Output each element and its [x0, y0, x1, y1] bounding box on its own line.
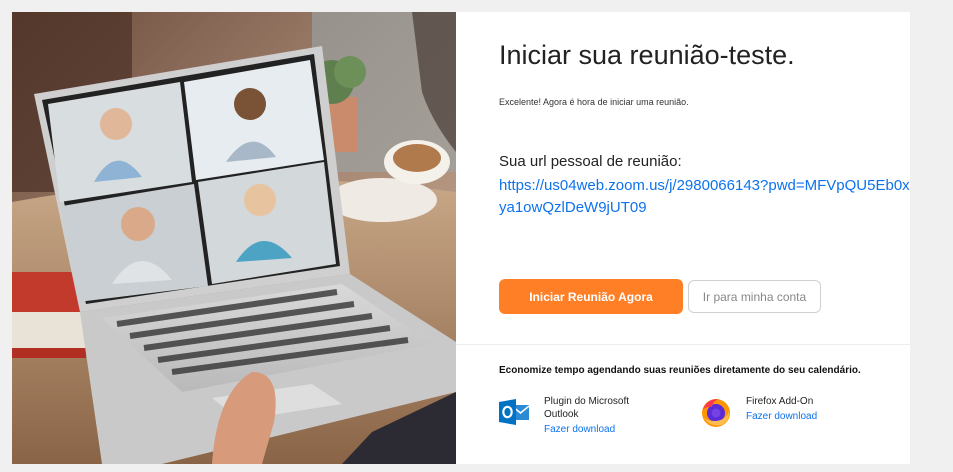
calendar-integration-heading: Economize tempo agendando suas reuniões …: [499, 365, 861, 376]
page-subtitle: Excelente! Agora é hora de iniciar uma r…: [499, 97, 689, 107]
go-to-my-account-button[interactable]: Ir para minha conta: [688, 280, 821, 313]
outlook-plugin-item: Plugin do Microsoft Outlook Fazer downlo…: [498, 395, 644, 436]
section-divider: [456, 344, 910, 345]
personal-meeting-url-link[interactable]: https://us04web.zoom.us/j/2980066143?pwd…: [499, 175, 910, 219]
main-panel: Iniciar sua reunião-teste. Excelente! Ag…: [456, 12, 910, 464]
firefox-icon: [702, 399, 730, 427]
personal-url-label: Sua url pessoal de reunião:: [499, 153, 682, 170]
outlook-download-link[interactable]: Fazer download: [544, 423, 644, 436]
page-title: Iniciar sua reunião-teste.: [499, 40, 795, 70]
outlook-plugin-name: Plugin do Microsoft Outlook: [544, 396, 630, 420]
start-meeting-now-button[interactable]: Iniciar Reunião Agora: [499, 279, 683, 314]
outlook-icon: [499, 399, 530, 425]
meeting-card: Iniciar sua reunião-teste. Excelente! Ag…: [12, 12, 910, 464]
firefox-addon-item: Firefox Add-On Fazer download: [700, 395, 817, 428]
laptop-video-call-photo: [12, 12, 456, 464]
firefox-addon-name: Firefox Add-On: [746, 396, 814, 407]
firefox-download-link[interactable]: Fazer download: [746, 410, 817, 423]
